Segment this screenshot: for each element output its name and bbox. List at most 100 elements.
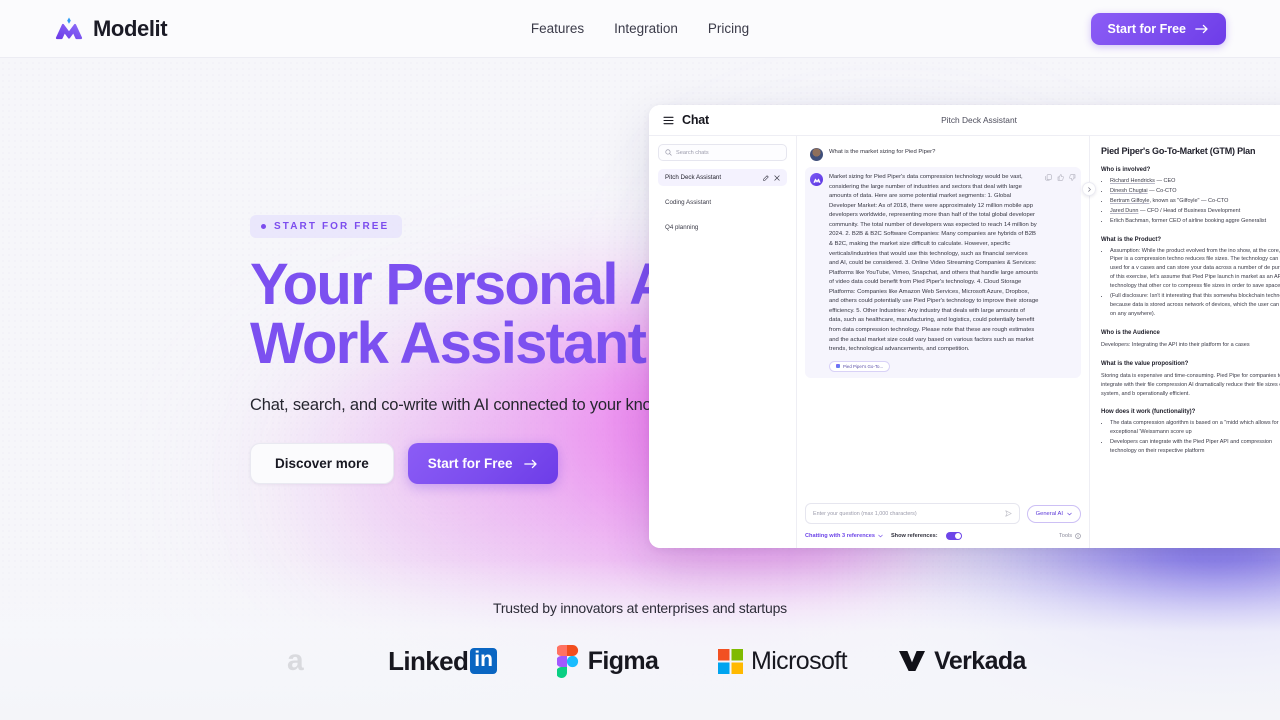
- list-item: (Full disclosure: Isn't it interesting t…: [1110, 292, 1280, 319]
- send-icon[interactable]: [1004, 510, 1012, 517]
- person-link[interactable]: Bertram Gilfoyle: [1110, 198, 1149, 204]
- document-heading: What is the Product?: [1101, 236, 1161, 243]
- app-top-left: Chat: [649, 113, 709, 127]
- figma-logo: Figma: [525, 644, 690, 678]
- document-heading: How does it work (functionality)?: [1101, 409, 1196, 416]
- nav-item-integration[interactable]: Integration: [614, 21, 678, 36]
- header-start-for-free-button[interactable]: Start for Free: [1090, 12, 1226, 45]
- microsoft-wordmark: Microsoft: [750, 646, 848, 675]
- arrow-right-icon: [523, 459, 538, 469]
- person-link[interactable]: Dinesh Chugtai: [1110, 188, 1148, 194]
- main-nav: Features Integration Pricing: [531, 21, 749, 36]
- show-references-label: Show references:: [890, 533, 938, 539]
- list-item: Bertram Gilfoyle, known as "Gilfoyle" — …: [1110, 197, 1280, 206]
- app-top-bar: Chat Pitch Deck Assistant: [649, 105, 1280, 136]
- person-link[interactable]: Jared Dunn: [1110, 208, 1138, 214]
- document-icon: [836, 364, 840, 369]
- document-heading: What is the value proposition?: [1101, 360, 1189, 367]
- logo-strip: a Linked in Figma Microsoft Verkada: [0, 644, 1280, 678]
- list-item-text: — CFO / Head of Business Development: [1138, 207, 1241, 214]
- partial-logo: a: [230, 644, 360, 678]
- hero-primary-label: Start for Free: [427, 456, 513, 472]
- message-actions: [1045, 173, 1076, 372]
- search-icon: [665, 149, 672, 156]
- chat-list-item-coding-assistant[interactable]: Coding Assistant: [658, 194, 787, 211]
- list-item-text: Erlich Bachman, former CEO of airline bo…: [1110, 217, 1267, 224]
- chat-list-item-q4-planning[interactable]: Q4 planning: [658, 219, 787, 236]
- composer-row: Enter your question (max 1,000 character…: [805, 503, 1081, 524]
- app-title: Chat: [682, 113, 709, 127]
- microsoft-mark-icon: [717, 648, 743, 674]
- discover-more-button[interactable]: Discover more: [250, 443, 394, 485]
- close-icon[interactable]: [774, 174, 780, 181]
- thumbs-up-icon[interactable]: [1057, 174, 1064, 181]
- list-item: Jared Dunn — CFO / Head of Business Deve…: [1110, 207, 1280, 216]
- trusted-by-label: Trusted by innovators at enterprises and…: [493, 600, 787, 616]
- header-cta-label: Start for Free: [1107, 21, 1187, 36]
- nav-item-features[interactable]: Features: [531, 21, 584, 36]
- hero-badge: START FOR FREE: [250, 215, 403, 238]
- message-text: What is the market sizing for Pied Piper…: [829, 149, 936, 155]
- conversation-panel: What is the market sizing for Pied Piper…: [797, 136, 1096, 548]
- arrow-right-icon: [1195, 24, 1209, 34]
- list-item: Developers can integrate with the Pied P…: [1110, 438, 1280, 456]
- brand-name: Modelit: [93, 15, 168, 41]
- hero-start-for-free-button[interactable]: Start for Free: [407, 443, 558, 485]
- hamburger-menu-icon[interactable]: [663, 116, 674, 125]
- person-link[interactable]: Richard Hendricks: [1110, 178, 1155, 184]
- question-input[interactable]: Enter your question (max 1,000 character…: [805, 503, 1020, 524]
- chevron-right-icon: [1087, 186, 1092, 192]
- thumbs-down-icon[interactable]: [1069, 174, 1076, 181]
- figma-wordmark: Figma: [587, 646, 659, 675]
- document-paragraph: Storing data is expensive and time-consu…: [1101, 372, 1280, 397]
- message-list[interactable]: What is the market sizing for Pied Piper…: [797, 136, 1089, 497]
- pencil-icon[interactable]: [763, 174, 769, 181]
- question-input-placeholder: Enter your question (max 1,000 character…: [813, 510, 917, 517]
- message-reference-chip[interactable]: Pied Piper's Go-To...: [829, 360, 891, 372]
- message-assistant: Market sizing for Pied Piper's data comp…: [805, 167, 1081, 378]
- chat-list-item-pitch-deck-assistant[interactable]: Pitch Deck Assistant: [658, 169, 787, 186]
- document-bullet-list: The data compression algorithm is based …: [1101, 419, 1280, 456]
- chat-item-label: Q4 planning: [665, 224, 699, 231]
- chat-item-label: Pitch Deck Assistant: [665, 174, 722, 181]
- figma-mark-icon: [556, 644, 579, 678]
- document-body[interactable]: Pied Piper's Go-To-Market (GTM) Plan Who…: [1090, 136, 1280, 456]
- show-references-toggle[interactable]: [945, 532, 962, 540]
- chevron-down-icon: [878, 534, 883, 538]
- nav-item-pricing[interactable]: Pricing: [708, 21, 749, 36]
- modelit-logo-icon: [54, 14, 84, 44]
- partial-logo-text: a: [286, 644, 304, 677]
- message-user: What is the market sizing for Pied Piper…: [805, 142, 1081, 167]
- message-text: Market sizing for Pied Piper's data comp…: [829, 174, 1039, 353]
- document-bullet-list: Assumption: While the product evolved fr…: [1101, 247, 1280, 319]
- microsoft-logo: Microsoft: [690, 647, 875, 676]
- composer: Enter your question (max 1,000 character…: [797, 497, 1089, 548]
- site-header: Modelit Features Integration Pricing Sta…: [0, 0, 1280, 58]
- modelit-bot-avatar: [810, 173, 823, 186]
- linkedin-badge: in: [470, 648, 497, 674]
- verkada-logo: Verkada: [875, 647, 1050, 676]
- document-panel: Pied Piper's Go-To-Market (GTM) Pla Pied…: [1090, 136, 1280, 548]
- brand-logo[interactable]: Modelit: [54, 14, 168, 44]
- composer-meta: Chatting with 3 references Show referenc…: [805, 532, 1081, 540]
- chat-item-label: Coding Assistant: [665, 199, 712, 206]
- copy-icon[interactable]: [1045, 174, 1052, 181]
- linkedin-wordmark: Linked: [388, 645, 469, 676]
- tools-label: Tools: [1058, 533, 1072, 539]
- list-item-text: — CEO: [1154, 178, 1176, 184]
- list-item-text: , known as "Gilfoyle" — Co-CTO: [1149, 197, 1229, 204]
- document-title: Pied Piper's Go-To-Market (GTM) Plan: [1101, 146, 1256, 156]
- document-heading: Who is the Audience: [1101, 329, 1160, 336]
- user-avatar: [810, 148, 823, 161]
- collapse-panel-button[interactable]: [1082, 182, 1096, 196]
- search-chats-input[interactable]: Search chats: [658, 144, 787, 161]
- tools-control[interactable]: Tools: [1059, 533, 1081, 539]
- references-dropdown[interactable]: Chatting with 3 references: [805, 533, 883, 539]
- verkada-wordmark: Verkada: [934, 646, 1026, 675]
- model-selector[interactable]: General AI: [1026, 504, 1081, 523]
- document-paragraph: Developers: Integrating the API into the…: [1101, 341, 1250, 348]
- chevron-down-icon: [1067, 512, 1072, 516]
- document-bullet-list: Richard Hendricks — CEO Dinesh Chugtai —…: [1101, 177, 1280, 226]
- trusted-by-section: Trusted by innovators at enterprises and…: [0, 600, 1280, 678]
- info-icon: [1075, 533, 1081, 539]
